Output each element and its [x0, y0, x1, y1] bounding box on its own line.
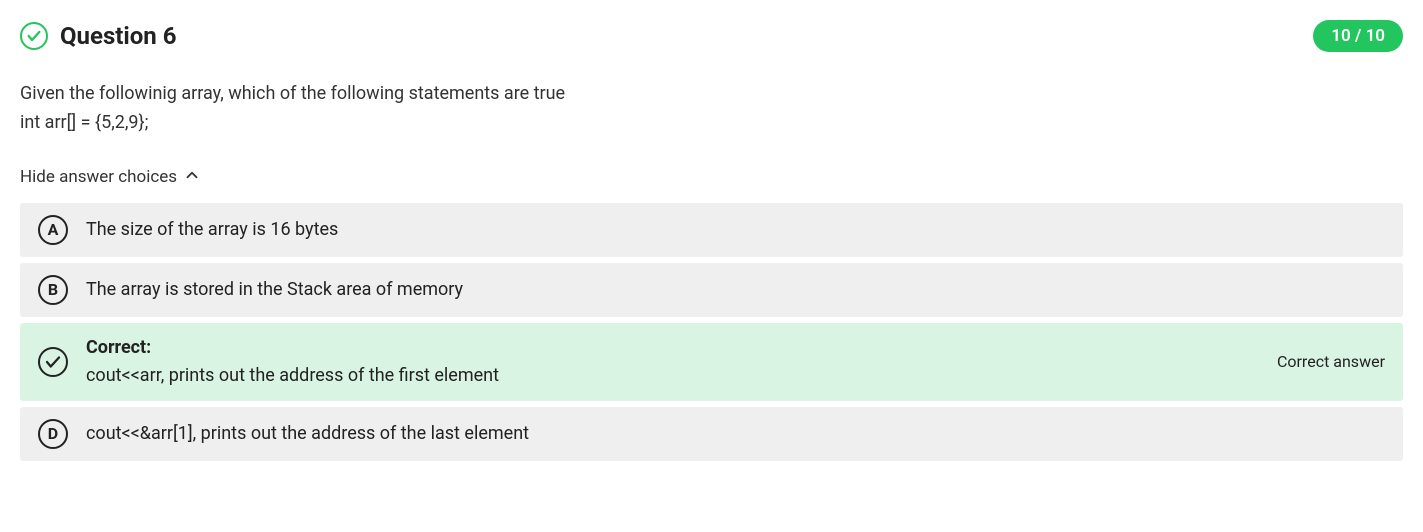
prompt-line-1: Given the followinig array, which of the… — [20, 80, 1403, 109]
check-circle-icon — [20, 22, 48, 50]
choice-letter: B — [38, 275, 68, 305]
chevron-up-icon — [183, 166, 201, 189]
toggle-answer-choices[interactable]: Hide answer choices — [20, 166, 201, 189]
question-title: Question 6 — [60, 22, 176, 50]
answer-choices: A The size of the array is 16 bytes B Th… — [20, 203, 1403, 461]
choice-letter: A — [38, 215, 68, 245]
choice-text: The array is stored in the Stack area of… — [86, 277, 1385, 303]
question-prompt: Given the followinig array, which of the… — [20, 80, 1403, 138]
choice-c[interactable]: Correct: cout<<arr, prints out the addre… — [20, 323, 1403, 401]
score-badge: 10 / 10 — [1313, 20, 1403, 52]
choice-text: The size of the array is 16 bytes — [86, 217, 1385, 243]
choice-status-label: Correct: — [86, 335, 1247, 361]
correct-answer-label: Correct answer — [1265, 352, 1385, 371]
check-icon — [38, 347, 68, 377]
toggle-label: Hide answer choices — [20, 167, 177, 187]
choice-d[interactable]: D cout<<&arr[1], prints out the address … — [20, 407, 1403, 461]
question-header-left: Question 6 — [20, 22, 176, 50]
choice-text: cout<<&arr[1], prints out the address of… — [86, 421, 1385, 447]
choice-body: Correct: cout<<arr, prints out the addre… — [86, 335, 1247, 389]
choice-a[interactable]: A The size of the array is 16 bytes — [20, 203, 1403, 257]
choice-b[interactable]: B The array is stored in the Stack area … — [20, 263, 1403, 317]
choice-letter: D — [38, 419, 68, 449]
prompt-line-2: int arr[] = {5,2,9}; — [20, 109, 1403, 138]
choice-text: cout<<arr, prints out the address of the… — [86, 365, 499, 386]
question-header: Question 6 10 / 10 — [20, 20, 1403, 52]
